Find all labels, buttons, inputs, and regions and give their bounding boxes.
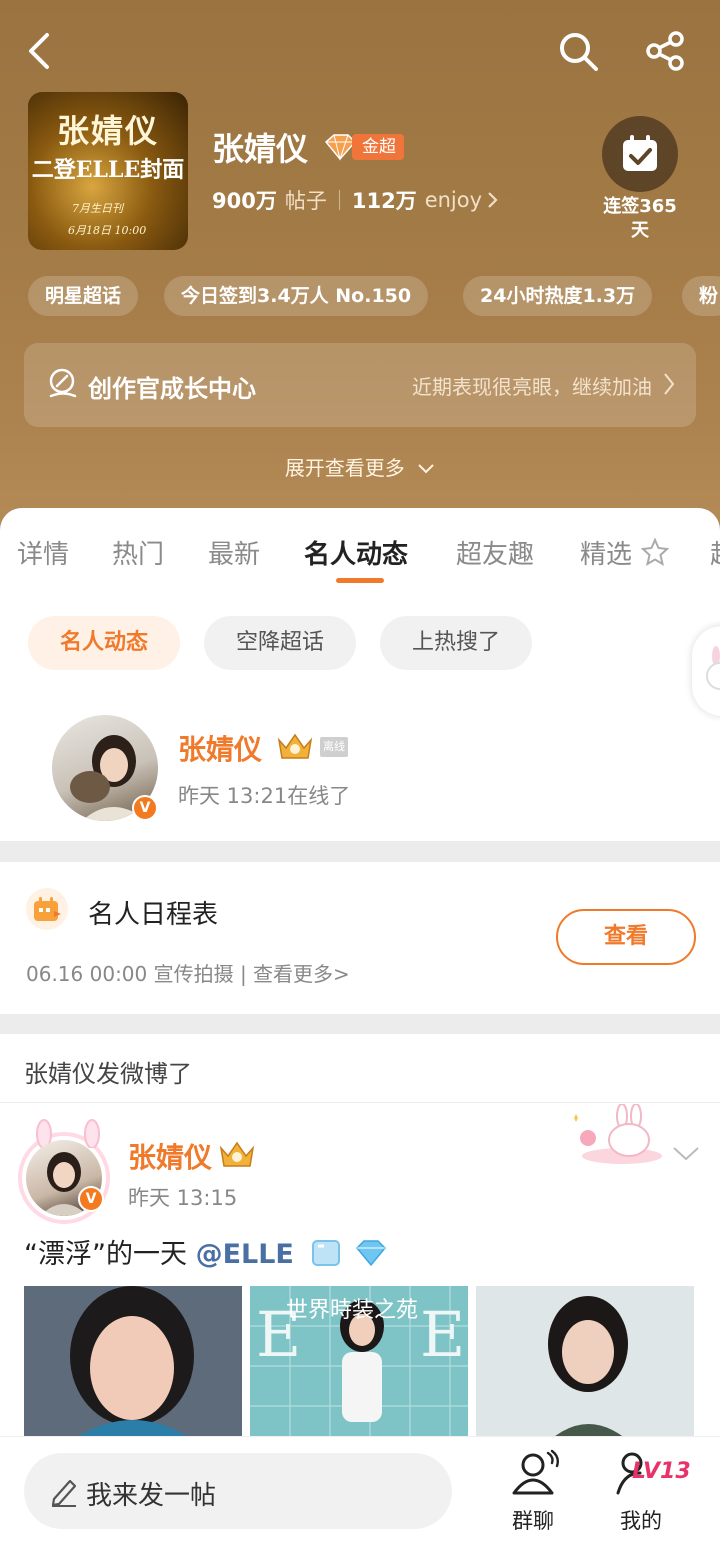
post-text: “漂浮”的一天 @ELLE [24, 1232, 389, 1271]
group-chat-icon [512, 1449, 560, 1495]
schedule-detail[interactable]: 06.16 00:00 宣传拍摄 | 查看更多> [26, 958, 350, 987]
posts-count: 900万 [212, 189, 277, 213]
expand-label: 展开查看更多 [284, 456, 405, 480]
crown-icon [277, 733, 313, 759]
content-sheet: 详情 热门 最新 名人动态 超友趣 精选 超 名人动态 空降超话 上热搜了 V … [0, 508, 720, 841]
cover-line3: 7月生日刊 [72, 202, 123, 215]
offline-status-badge: 离线 [320, 737, 348, 757]
schedule-card: 名人日程表 06.16 00:00 宣传拍摄 | 查看更多> 查看 [0, 862, 720, 1014]
checkin-button[interactable] [602, 116, 678, 192]
nav-group-chat-label: 群聊 [512, 1509, 554, 1533]
pencil-icon [51, 1479, 77, 1507]
topic-header: 张婧仪 二登ELLE封面 7月生日刊 6月18日 10:00 张婧仪 金超 90… [0, 0, 720, 540]
level-badge: LV13 [632, 1459, 691, 1484]
schedule-title: 名人日程表 [88, 900, 219, 930]
creator-title: 创作官成长中心 [88, 375, 256, 403]
active-tab-indicator [336, 578, 384, 583]
chip-heat[interactable]: 24小时热度1.3万 [463, 276, 653, 316]
verified-badge-icon: V [78, 1186, 104, 1212]
checkin-streak: 连签365天 [603, 196, 677, 241]
search-button[interactable] [555, 28, 601, 74]
topic-cover-image[interactable]: 张婧仪 二登ELLE封面 7月生日刊 6月18日 10:00 [28, 92, 188, 250]
post-photo-2[interactable]: E E 世界時装之苑 [250, 1286, 468, 1454]
post-text-body: “漂浮”的一天 [24, 1239, 196, 1270]
calendar-icon [26, 888, 68, 930]
chevron-right-icon [664, 373, 675, 395]
view-schedule-button[interactable]: 查看 [556, 909, 696, 965]
subtab-celebrity-updates[interactable]: 名人动态 [28, 616, 180, 670]
tab-details[interactable]: 详情 [17, 534, 69, 571]
compose-post-button[interactable]: 我来发一帖 [24, 1453, 452, 1529]
compose-placeholder: 我来发一帖 [86, 1481, 217, 1511]
floating-mascot-button[interactable] [692, 626, 720, 716]
bottom-bar: 我来发一帖 群聊 LV13 我的 [0, 1436, 720, 1543]
chip-checkin-count[interactable]: 今日签到3.4万人 No.150 [164, 276, 429, 316]
subtab-trending[interactable]: 上热搜了 [380, 616, 532, 670]
mention-link[interactable]: @ELLE [196, 1239, 294, 1270]
chevron-down-icon[interactable] [672, 1146, 700, 1162]
back-button[interactable] [16, 28, 62, 74]
chevron-right-icon [488, 192, 498, 208]
star-icon [641, 537, 670, 567]
chip-star-topic[interactable]: 明星超话 [28, 276, 139, 316]
chip-fans[interactable]: 粉 [682, 276, 720, 316]
celebrity-name[interactable]: 张婧仪 [178, 728, 262, 768]
topic-stats: 900万 帖子 112万 enjoy [212, 185, 500, 215]
svg-text:E: E [420, 1298, 465, 1371]
tab-hot[interactable]: 热门 [112, 534, 164, 571]
share-button[interactable] [642, 28, 688, 74]
search-icon [560, 33, 598, 71]
tab-latest[interactable]: 最新 [208, 534, 260, 571]
post-time: 昨天 13:15 [128, 1186, 238, 1210]
topic-name: 张婧仪 [212, 130, 309, 168]
post-photo-3[interactable] [476, 1286, 694, 1454]
photo-image [24, 1286, 242, 1454]
stats-divider [338, 190, 340, 210]
tab-more[interactable]: 超 [710, 534, 720, 571]
expand-more[interactable]: 展开查看更多 [0, 452, 720, 481]
level-badge-label: 金超 [352, 134, 404, 160]
magazine-title: 世界時装之苑 [286, 1298, 419, 1323]
rabbit-icon [706, 646, 720, 690]
cover-line4: 6月18日 10:00 [68, 224, 147, 237]
post-photo-1[interactable] [24, 1286, 242, 1454]
last-online-text: 昨天 13:21在线了 [178, 784, 351, 808]
cover-subtitle: 二登ELLE封面 [31, 157, 185, 183]
rabbit-decoration-icon [574, 1104, 662, 1164]
ice-cube-emoji-icon [312, 1240, 341, 1266]
creator-subtitle: 近期表现很亮眼，继续加油 [412, 375, 652, 399]
nav-mine[interactable]: LV13 我的 [596, 1449, 691, 1535]
photo-image [476, 1286, 694, 1454]
tab-featured[interactable]: 精选 [580, 534, 670, 571]
post-section-title: 张婧仪发微博了 [24, 1060, 192, 1088]
creator-center-banner[interactable]: 创作官成长中心 近期表现很亮眼，继续加油 [24, 343, 696, 427]
nav-mine-label: 我的 [620, 1509, 662, 1533]
tab-featured-label: 精选 [580, 540, 633, 570]
tab-celebrity-updates[interactable]: 名人动态 [304, 534, 408, 571]
cover-title: 张婧仪 [56, 112, 159, 150]
calendar-check-icon [623, 135, 657, 171]
chevron-left-icon [29, 33, 49, 69]
posts-label: 帖子 [284, 189, 327, 213]
super-level-badge[interactable]: 金超 [322, 132, 404, 162]
creator-pen-icon [49, 368, 77, 398]
crown-icon [219, 1141, 255, 1167]
diamond-emoji-icon [356, 1240, 387, 1267]
share-icon [646, 31, 684, 71]
divider [0, 1102, 720, 1103]
nav-group-chat[interactable]: 群聊 [488, 1449, 578, 1535]
subtab-airdrop[interactable]: 空降超话 [204, 616, 356, 670]
enjoy-count: 112万 [351, 189, 417, 213]
weibo-post-card: 张婧仪发微博了 V 张婧仪 昨天 13:15 “漂浮”的一天 @ELLE E E… [0, 1034, 720, 1454]
enjoy-label[interactable]: enjoy [425, 188, 482, 212]
verified-badge-icon: V [132, 795, 158, 821]
tab-super-friends[interactable]: 超友趣 [456, 534, 534, 571]
post-author-name[interactable]: 张婧仪 [128, 1136, 212, 1176]
chevron-down-icon [418, 464, 434, 474]
